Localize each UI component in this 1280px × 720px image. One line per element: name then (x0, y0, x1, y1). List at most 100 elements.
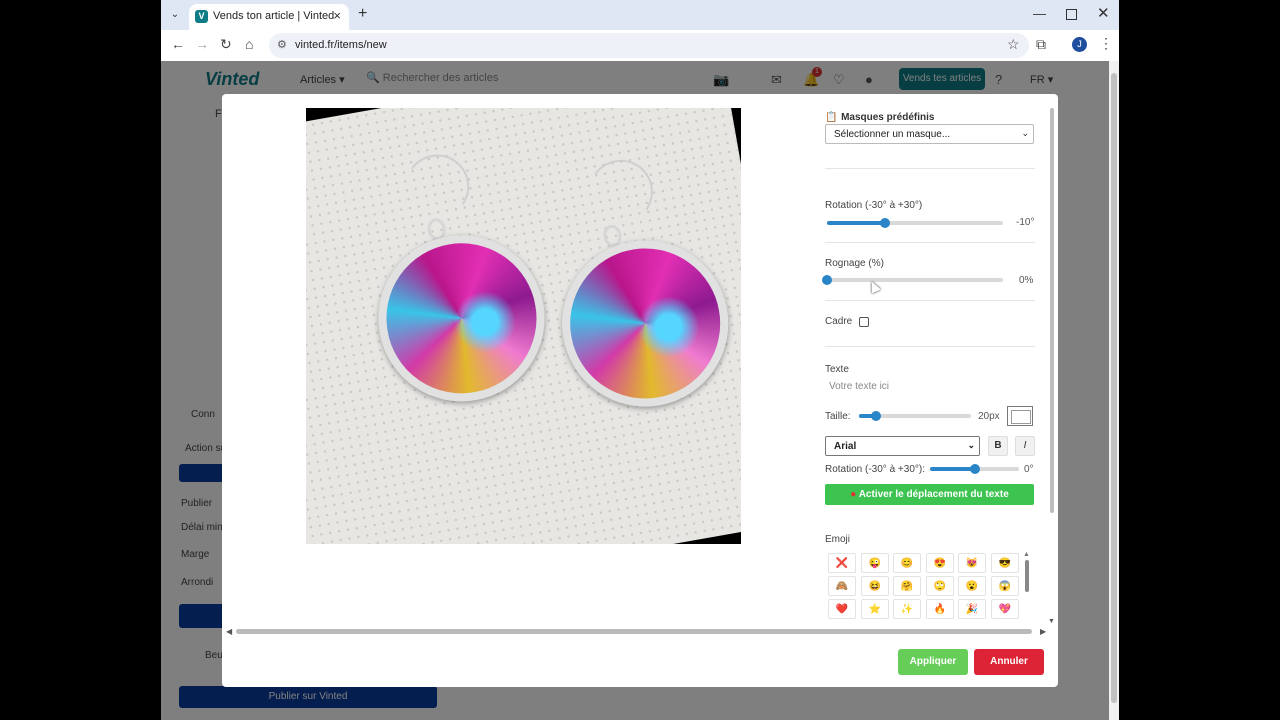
tab-search-chevron-icon[interactable]: ⌄ (167, 6, 183, 22)
frame-label: Cadre (825, 316, 853, 327)
emoji-button[interactable]: 😮 (958, 576, 986, 596)
address-bar[interactable]: ⚙ vinted.fr/items/new ☆ (269, 33, 1029, 58)
mask-select-value: Sélectionner un masque... (834, 129, 951, 140)
pin-icon: ● (850, 489, 857, 500)
text-label: Texte (825, 364, 849, 375)
image-preview (306, 108, 741, 544)
emoji-grid: ❌ 😜 😊 😍 😻 😎 🙈 😆 🤗 🙄 😮 😱 ❤️ ⭐ ✨ 🔥 🎉 💖 (825, 551, 1021, 625)
address-toolbar: ← → ↻ ⌂ ⚙ vinted.fr/items/new ☆ ⧉ J ⋮ (161, 30, 1119, 62)
cancel-button[interactable]: Annuler (974, 649, 1044, 675)
vinted-favicon-icon: V (195, 10, 208, 23)
overlay-text-input[interactable]: Votre texte ici (825, 378, 1035, 396)
apply-button[interactable]: Appliquer (898, 649, 968, 675)
window-close-icon[interactable]: ✕ (1097, 4, 1110, 22)
text-color-picker[interactable] (1007, 406, 1033, 426)
rotation-slider-thumb[interactable] (880, 218, 891, 228)
emoji-button[interactable]: ❌ (828, 553, 856, 573)
divider (825, 168, 1035, 169)
scroll-left-icon[interactable]: ◀ (226, 627, 232, 636)
maximize-icon[interactable] (1066, 9, 1077, 20)
rotation-value: -10° (1016, 217, 1035, 228)
mask-select[interactable]: Sélectionner un masque... ⌄ (825, 124, 1034, 144)
editor-vertical-scrollbar-thumb[interactable] (1050, 108, 1054, 513)
scroll-down-icon[interactable]: ▼ (1048, 618, 1055, 625)
crop-slider[interactable] (822, 275, 1003, 285)
rotation-slider-fill (827, 221, 886, 225)
right-earring (549, 227, 741, 420)
emoji-button[interactable]: 💖 (991, 599, 1019, 619)
emoji-button[interactable]: ✨ (893, 599, 921, 619)
editor-horizontal-scrollbar[interactable]: ◀ ▶ (226, 627, 1048, 637)
text-color-swatch (1011, 410, 1031, 424)
frame-checkbox[interactable] (859, 317, 869, 327)
emoji-button[interactable]: ❤️ (828, 599, 856, 619)
chevron-down-icon: ⌄ (967, 440, 975, 450)
left-earring-hook (400, 149, 475, 224)
enable-text-move-label: Activer le déplacement du texte (858, 489, 1009, 500)
browser-menu-icon[interactable]: ⋮ (1099, 35, 1113, 52)
emoji-button[interactable]: 😻 (958, 553, 986, 573)
divider (825, 242, 1035, 243)
rotation-slider[interactable] (827, 218, 1003, 228)
page-scrollbar[interactable] (1109, 61, 1119, 720)
chevron-down-icon: ⌄ (1021, 128, 1029, 138)
font-select-value: Arial (834, 441, 857, 452)
emoji-button[interactable]: 😆 (861, 576, 889, 596)
emoji-button[interactable]: 🎉 (958, 599, 986, 619)
emoji-button[interactable]: 🙈 (828, 576, 856, 596)
crop-slider-thumb[interactable] (822, 275, 832, 285)
text-rotation-slider-fill (930, 467, 975, 471)
profile-avatar[interactable]: J (1072, 37, 1087, 52)
emoji-button[interactable]: 🙄 (926, 576, 954, 596)
emoji-button[interactable]: 😱 (991, 576, 1019, 596)
emoji-scrollbar-thumb[interactable] (1025, 560, 1029, 592)
tab-title: Vends ton article | Vinted (213, 10, 335, 22)
emoji-button[interactable]: 🤗 (893, 576, 921, 596)
bold-button[interactable]: B (988, 436, 1008, 456)
emoji-button[interactable]: 🔥 (926, 599, 954, 619)
tab-close-icon[interactable]: × (333, 8, 341, 23)
site-info-icon[interactable]: ⚙ (277, 38, 287, 51)
divider (825, 300, 1035, 301)
emoji-button[interactable]: 😜 (861, 553, 889, 573)
editor-vertical-scrollbar[interactable]: ▼ (1048, 98, 1056, 628)
back-icon[interactable]: ← (171, 36, 185, 52)
emoji-button[interactable]: 😍 (926, 553, 954, 573)
reload-icon[interactable]: ↻ (220, 36, 232, 53)
minimize-icon[interactable]: — (1033, 6, 1046, 21)
emoji-button[interactable]: 😎 (991, 553, 1019, 573)
image-editor-modal: 📋 Masques prédéfinis Sélectionner un mas… (222, 94, 1058, 687)
tab-vinted[interactable]: V Vends ton article | Vinted × (189, 4, 349, 30)
earrings-photo (306, 108, 741, 544)
enable-text-move-button[interactable]: ● Activer le déplacement du texte (825, 484, 1034, 505)
masks-label: Masques prédéfinis (841, 112, 935, 123)
divider (825, 346, 1035, 347)
italic-button[interactable]: I (1015, 436, 1035, 456)
scroll-up-icon[interactable]: ▲ (1023, 551, 1030, 558)
page-scrollbar-thumb[interactable] (1111, 73, 1117, 703)
clipboard-icon: 📋 (825, 112, 838, 123)
text-rotation-value: 0° (1024, 464, 1034, 475)
emoji-button[interactable]: 😊 (893, 553, 921, 573)
overlay-text-placeholder: Votre texte ici (829, 381, 890, 392)
home-icon[interactable]: ⌂ (245, 36, 253, 52)
crop-value: 0% (1019, 275, 1034, 286)
emoji-button[interactable]: ⭐ (861, 599, 889, 619)
new-tab-icon[interactable]: + (358, 5, 367, 23)
font-family-select[interactable]: Arial ⌄ (825, 436, 980, 456)
text-size-slider-thumb[interactable] (870, 411, 881, 421)
forward-icon[interactable]: → (195, 36, 209, 52)
bookmark-star-icon[interactable]: ☆ (1007, 36, 1020, 53)
extensions-icon[interactable]: ⧉ (1036, 36, 1046, 53)
text-rotation-slider[interactable] (930, 464, 1019, 474)
scroll-right-icon[interactable]: ▶ (1040, 627, 1046, 636)
url-text: vinted.fr/items/new (295, 39, 387, 51)
text-size-slider[interactable] (859, 411, 971, 421)
right-earring-hook (583, 154, 658, 229)
text-rotation-slider-thumb[interactable] (969, 464, 980, 474)
editor-horizontal-scrollbar-thumb[interactable] (236, 629, 1032, 634)
masks-heading: 📋 Masques prédéfinis (825, 108, 1035, 123)
left-earring (365, 222, 558, 415)
emoji-label: Emoji (825, 534, 851, 545)
emoji-scrollbar[interactable]: ▲ (1023, 551, 1031, 625)
